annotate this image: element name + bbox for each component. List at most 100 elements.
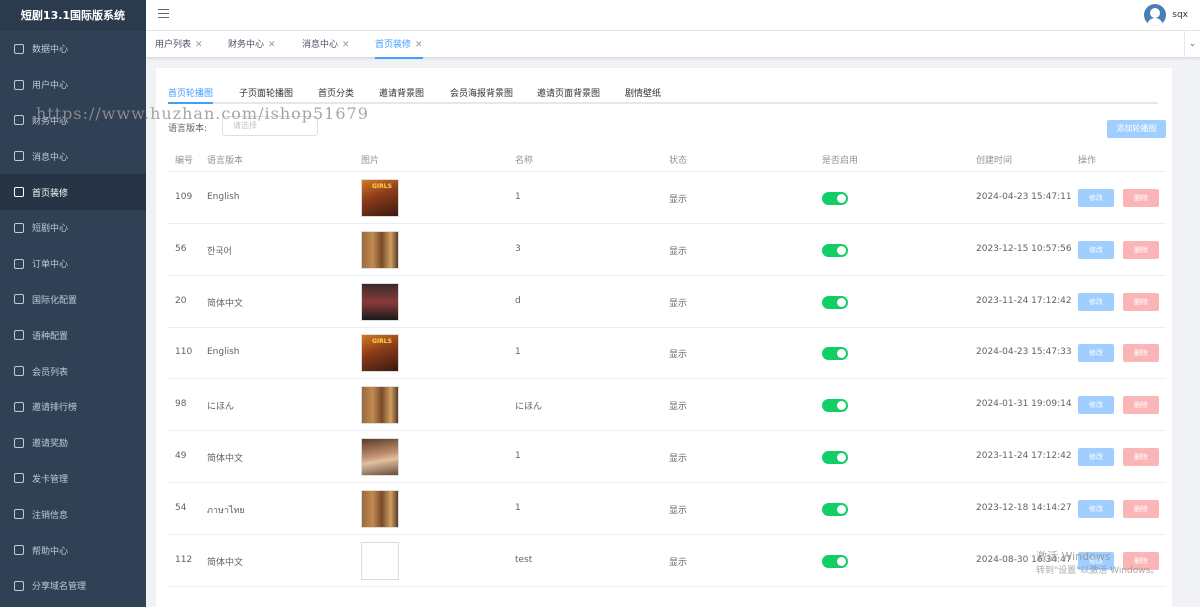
- sidebar-item[interactable]: 分享域名管理: [0, 568, 146, 604]
- cell-id: 110: [175, 347, 193, 358]
- tab-item[interactable]: 首页分类: [318, 86, 354, 99]
- tag-item[interactable]: 财务中心 ✕: [228, 37, 276, 53]
- user-menu[interactable]: sqx: [1144, 4, 1188, 26]
- sidebar-item[interactable]: 用户中心: [0, 67, 146, 103]
- avatar[interactable]: [1144, 4, 1167, 26]
- delete-button[interactable]: 删除: [1123, 396, 1159, 415]
- username: sqx: [1172, 10, 1188, 20]
- sidebar-item[interactable]: 消息中心: [0, 138, 146, 174]
- tab-bar: 首页轮播图 子页面轮播图 首页分类 邀请背景图 会员海报背景图 邀请页面背景图 剧情壁纸: [168, 84, 1158, 104]
- sidebar-item[interactable]: 注销信息: [0, 496, 146, 532]
- sidebar-item[interactable]: 首页装修: [0, 174, 146, 210]
- delete-button[interactable]: 删除: [1123, 292, 1159, 311]
- cell-created: 2023-11-24 17:12:42: [976, 295, 1072, 306]
- enabled-toggle[interactable]: [822, 243, 848, 257]
- cell-lang: ภาษาไทย: [207, 505, 245, 516]
- close-icon[interactable]: ✕: [268, 40, 276, 50]
- delete-button[interactable]: 删除: [1123, 189, 1159, 207]
- sidebar-item[interactable]: 会员列表: [0, 353, 146, 389]
- table-row: 54 ภาษาไทย 1 显示 2023-12-18 14:14:27 修改 删除: [168, 483, 1166, 535]
- bar-chart-icon: [14, 401, 24, 412]
- tab-item[interactable]: 剧情壁纸: [625, 86, 661, 99]
- enabled-toggle[interactable]: [822, 192, 848, 205]
- delete-button[interactable]: 删除: [1123, 499, 1159, 518]
- enabled-toggle[interactable]: [822, 502, 848, 516]
- tab-item[interactable]: 邀请背景图: [379, 86, 424, 99]
- cell-name: 1: [515, 192, 521, 202]
- sidebar-item[interactable]: 语种配置: [0, 317, 146, 353]
- tag-item[interactable]: 首页装修 ✕: [375, 37, 423, 59]
- sidebar-item[interactable]: 数据中心: [0, 31, 146, 67]
- cell-id: 98: [175, 399, 187, 410]
- enabled-toggle[interactable]: [822, 295, 848, 309]
- sidebar-item[interactable]: 邀请排行榜: [0, 389, 146, 425]
- activation-title: 激活 Windows: [1036, 550, 1111, 563]
- close-icon[interactable]: ✕: [415, 40, 423, 50]
- cell-lang: 한국어: [207, 246, 232, 257]
- sidebar-item[interactable]: 帮助中心: [0, 532, 146, 568]
- banner-thumbnail: [361, 541, 399, 580]
- sidebar-item-label: 首页装修: [32, 188, 69, 199]
- hamburger-icon[interactable]: [158, 9, 169, 20]
- edit-button[interactable]: 修改: [1078, 448, 1114, 466]
- tag-item[interactable]: 用户列表 ✕: [155, 37, 203, 53]
- column-header: 操作: [1078, 156, 1097, 166]
- sidebar-item[interactable]: 发卡管理: [0, 461, 146, 497]
- message-icon: [14, 151, 24, 162]
- banner-thumbnail: [361, 230, 399, 269]
- cell-created: 2023-12-15 10:57:56: [976, 243, 1072, 254]
- sidebar-item[interactable]: 短剧中心: [0, 210, 146, 246]
- tab-item[interactable]: 邀请页面背景图: [537, 86, 600, 99]
- enabled-toggle[interactable]: [822, 451, 848, 464]
- delete-button[interactable]: 删除: [1123, 240, 1159, 259]
- tab-item[interactable]: 子页面轮播图: [239, 86, 293, 99]
- table-row: 112 简体中文 test 显示 2024-08-30 16:34:47 修改 删除: [168, 535, 1166, 587]
- column-header: 编号: [175, 156, 194, 166]
- table-row: 109 English 1 显示 2024-04-23 15:47:11 GIRLS 修改删…: [168, 172, 1166, 224]
- delete-button[interactable]: 删除: [1123, 448, 1159, 466]
- globe-icon: [14, 294, 24, 305]
- enabled-toggle[interactable]: [822, 347, 848, 361]
- table-row: 110 English 1 显示 2024-04-23 15:47:33 GIRLS 修改删…: [168, 327, 1166, 380]
- sidebar-item-label: 短剧中心: [32, 224, 69, 235]
- add-banner-button[interactable]: 添加轮播图: [1107, 120, 1166, 138]
- banner-thumbnail: [361, 489, 399, 528]
- table-row: 20 简体中文 d 显示 2023-11-24 17:12:42 修改 删除: [168, 276, 1166, 328]
- edit-button[interactable]: 修改: [1078, 396, 1114, 415]
- cell-id: 20: [175, 295, 187, 306]
- edit-button[interactable]: 修改: [1078, 292, 1114, 311]
- cell-created: 2023-12-18 14:14:27: [976, 502, 1072, 513]
- cell-lang: 简体中文: [207, 298, 244, 309]
- cell-status: 显示: [669, 505, 688, 516]
- gift-icon: [14, 437, 24, 448]
- enabled-toggle[interactable]: [822, 554, 848, 568]
- tag-item[interactable]: 消息中心 ✕: [302, 37, 350, 53]
- cell-created: 2024-01-31 19:09:14: [976, 399, 1072, 410]
- table-header: 编号 语言版本 图片 名称 状态 是否启用 创建时间 操作: [168, 148, 1166, 172]
- sidebar-item-label: 国际化配置: [32, 295, 78, 306]
- sidebar-item-label: 注销信息: [32, 510, 69, 521]
- close-icon[interactable]: ✕: [195, 40, 203, 50]
- sidebar-item-label: 消息中心: [32, 152, 69, 163]
- enabled-toggle[interactable]: [822, 399, 848, 413]
- table-row: 56 한국어 3 显示 2023-12-15 10:57:56 修改 删除: [168, 224, 1166, 276]
- tab-item[interactable]: 首页轮播图: [168, 86, 214, 104]
- cell-id: 109: [175, 192, 193, 202]
- edit-button[interactable]: 修改: [1078, 344, 1114, 363]
- sidebar-item[interactable]: 订单中心: [0, 246, 146, 282]
- cell-name: 1: [515, 502, 521, 513]
- sidebar-item-label: 分享域名管理: [32, 582, 87, 593]
- tab-item[interactable]: 会员海报背景图: [450, 86, 513, 99]
- cell-name: d: [515, 295, 521, 306]
- sidebar-item[interactable]: 国际化配置: [0, 282, 146, 318]
- cell-lang: English: [207, 192, 240, 202]
- edit-button[interactable]: 修改: [1078, 189, 1114, 207]
- edit-button[interactable]: 修改: [1078, 499, 1114, 518]
- card-icon: [14, 473, 24, 484]
- close-icon[interactable]: ✕: [342, 40, 350, 50]
- chevron-down-icon[interactable]: ⌄: [1184, 31, 1200, 58]
- sidebar-item[interactable]: 邀请奖励: [0, 425, 146, 461]
- edit-button[interactable]: 修改: [1078, 240, 1114, 259]
- cell-id: 112: [175, 554, 193, 565]
- delete-button[interactable]: 删除: [1123, 344, 1159, 363]
